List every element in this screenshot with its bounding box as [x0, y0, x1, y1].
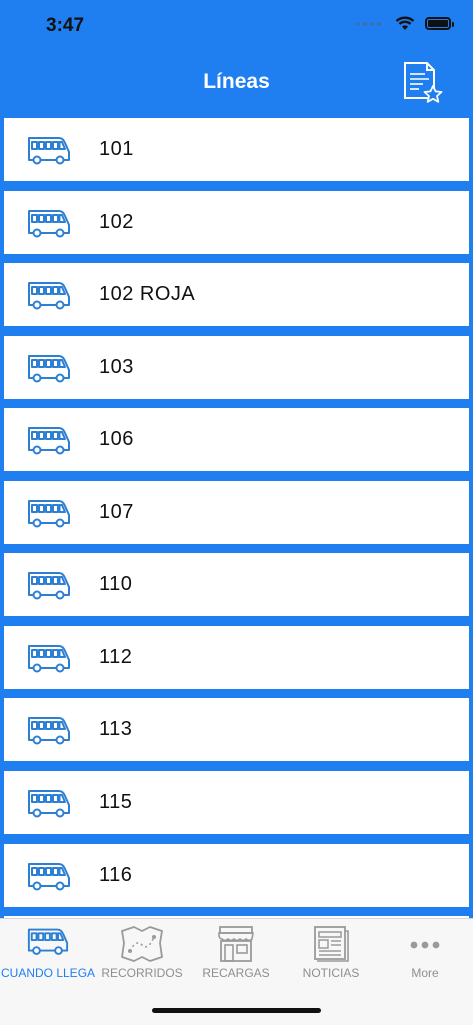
tab-label: RECARGAS — [202, 966, 270, 980]
list-item[interactable]: 115 — [4, 771, 469, 834]
tab-cuando-llega[interactable]: CUANDO LLEGA — [1, 919, 95, 989]
lines-list[interactable]: 101 102 102 ROJA 103 106 107 110 112 113… — [0, 112, 473, 918]
home-indicator — [152, 1008, 321, 1013]
list-item[interactable]: 112 — [4, 626, 469, 689]
line-label: 116 — [99, 864, 133, 886]
list-item[interactable]: 113 — [4, 698, 469, 761]
list-item[interactable]: 116 — [4, 844, 469, 907]
line-label: 103 — [99, 356, 134, 378]
tab-more[interactable]: More — [378, 919, 472, 989]
tab-noticias[interactable]: NOTICIAS — [284, 919, 378, 989]
navigation-bar: 3:47 Líneas — [0, 0, 473, 112]
bus-icon — [28, 427, 70, 455]
cellular-signal-icon — [356, 21, 381, 26]
line-label: 113 — [99, 718, 133, 740]
status-time: 3:47 — [46, 15, 85, 36]
line-label: 102 — [99, 211, 134, 233]
list-item[interactable]: 102 ROJA — [4, 263, 469, 326]
bus-icon — [28, 210, 70, 238]
status-icons — [356, 16, 454, 31]
line-label: 110 — [99, 573, 133, 595]
tab-label: More — [411, 966, 439, 980]
bus-icon — [28, 282, 70, 310]
list-item[interactable]: 110 — [4, 553, 469, 616]
wifi-icon — [395, 16, 415, 30]
line-label: 101 — [99, 138, 134, 160]
document-star-icon[interactable] — [401, 60, 443, 106]
list-item[interactable]: 101 — [4, 118, 469, 181]
line-label: 102 ROJA — [99, 283, 196, 305]
bus-icon — [27, 928, 69, 955]
line-label: 107 — [99, 501, 134, 523]
battery-icon — [425, 17, 454, 30]
map-icon — [121, 926, 163, 962]
list-item[interactable]: 102 — [4, 191, 469, 254]
tab-label: CUANDO LLEGA — [1, 966, 96, 980]
newspaper-icon — [314, 926, 349, 962]
more-icon — [410, 941, 440, 949]
tab-recorridos[interactable]: RECORRIDOS — [95, 919, 189, 989]
line-label: 106 — [99, 428, 134, 450]
tab-label: NOTICIAS — [302, 966, 360, 980]
store-icon — [218, 926, 254, 962]
bus-icon — [28, 790, 70, 818]
tab-recargas[interactable]: RECARGAS — [189, 919, 283, 989]
list-item[interactable]: 106 — [4, 408, 469, 471]
bus-icon — [28, 500, 70, 528]
line-label: 112 — [99, 646, 133, 668]
bus-icon — [28, 645, 70, 673]
bus-icon — [28, 137, 70, 165]
bus-icon — [28, 572, 70, 600]
list-item[interactable]: 103 — [4, 336, 469, 399]
tab-label: RECORRIDOS — [101, 966, 183, 980]
bus-icon — [28, 355, 70, 383]
bus-icon — [28, 863, 70, 891]
bus-icon — [28, 717, 70, 745]
list-item[interactable]: 107 — [4, 481, 469, 544]
line-label: 115 — [99, 791, 133, 813]
